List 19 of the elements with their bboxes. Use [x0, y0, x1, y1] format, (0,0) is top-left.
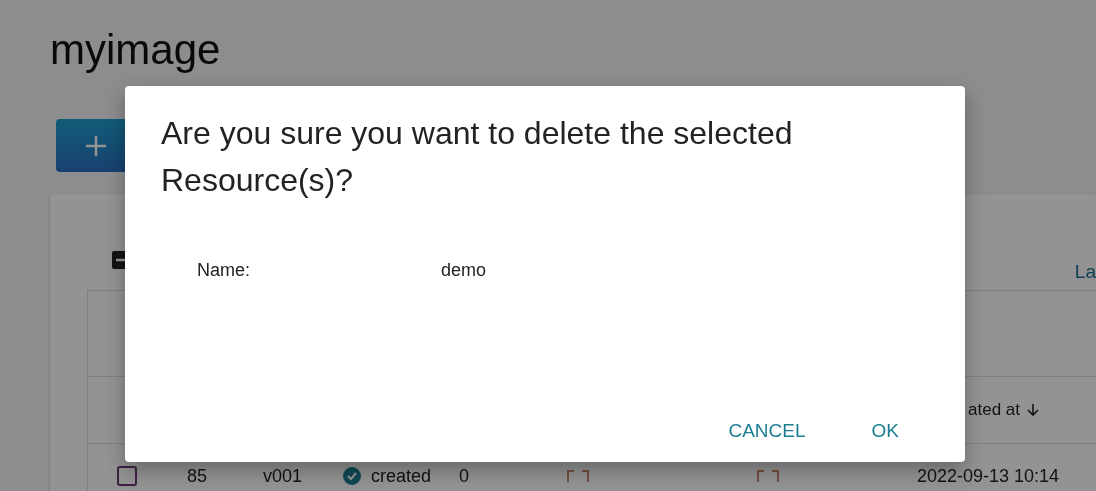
column-header[interactable]: ated at — [968, 400, 1020, 420]
table-cell: 2022-09-13 10:14 — [917, 465, 1060, 487]
page-title: myimage — [50, 25, 222, 75]
check-circle-icon — [343, 467, 361, 485]
plus-icon — [84, 133, 108, 158]
table-cell-text: 0 — [459, 465, 470, 487]
dialog-title: Are you sure you want to delete the selected Resource(s)? — [161, 114, 794, 200]
field-label: Name: — [197, 260, 251, 281]
table-cell-text: created — [371, 465, 433, 487]
row-checkbox[interactable] — [117, 466, 137, 486]
table-cell-text: v001 — [263, 465, 304, 487]
bracket-icon — [757, 470, 779, 482]
field-value: demo — [441, 260, 487, 281]
ok-button[interactable]: OK — [859, 414, 911, 448]
sort-down-icon[interactable] — [1027, 403, 1039, 417]
link[interactable]: La — [1074, 261, 1096, 283]
table-cell-text: 85 — [187, 465, 209, 487]
bracket-icon — [567, 470, 589, 482]
cancel-button[interactable]: CANCEL — [716, 414, 818, 448]
